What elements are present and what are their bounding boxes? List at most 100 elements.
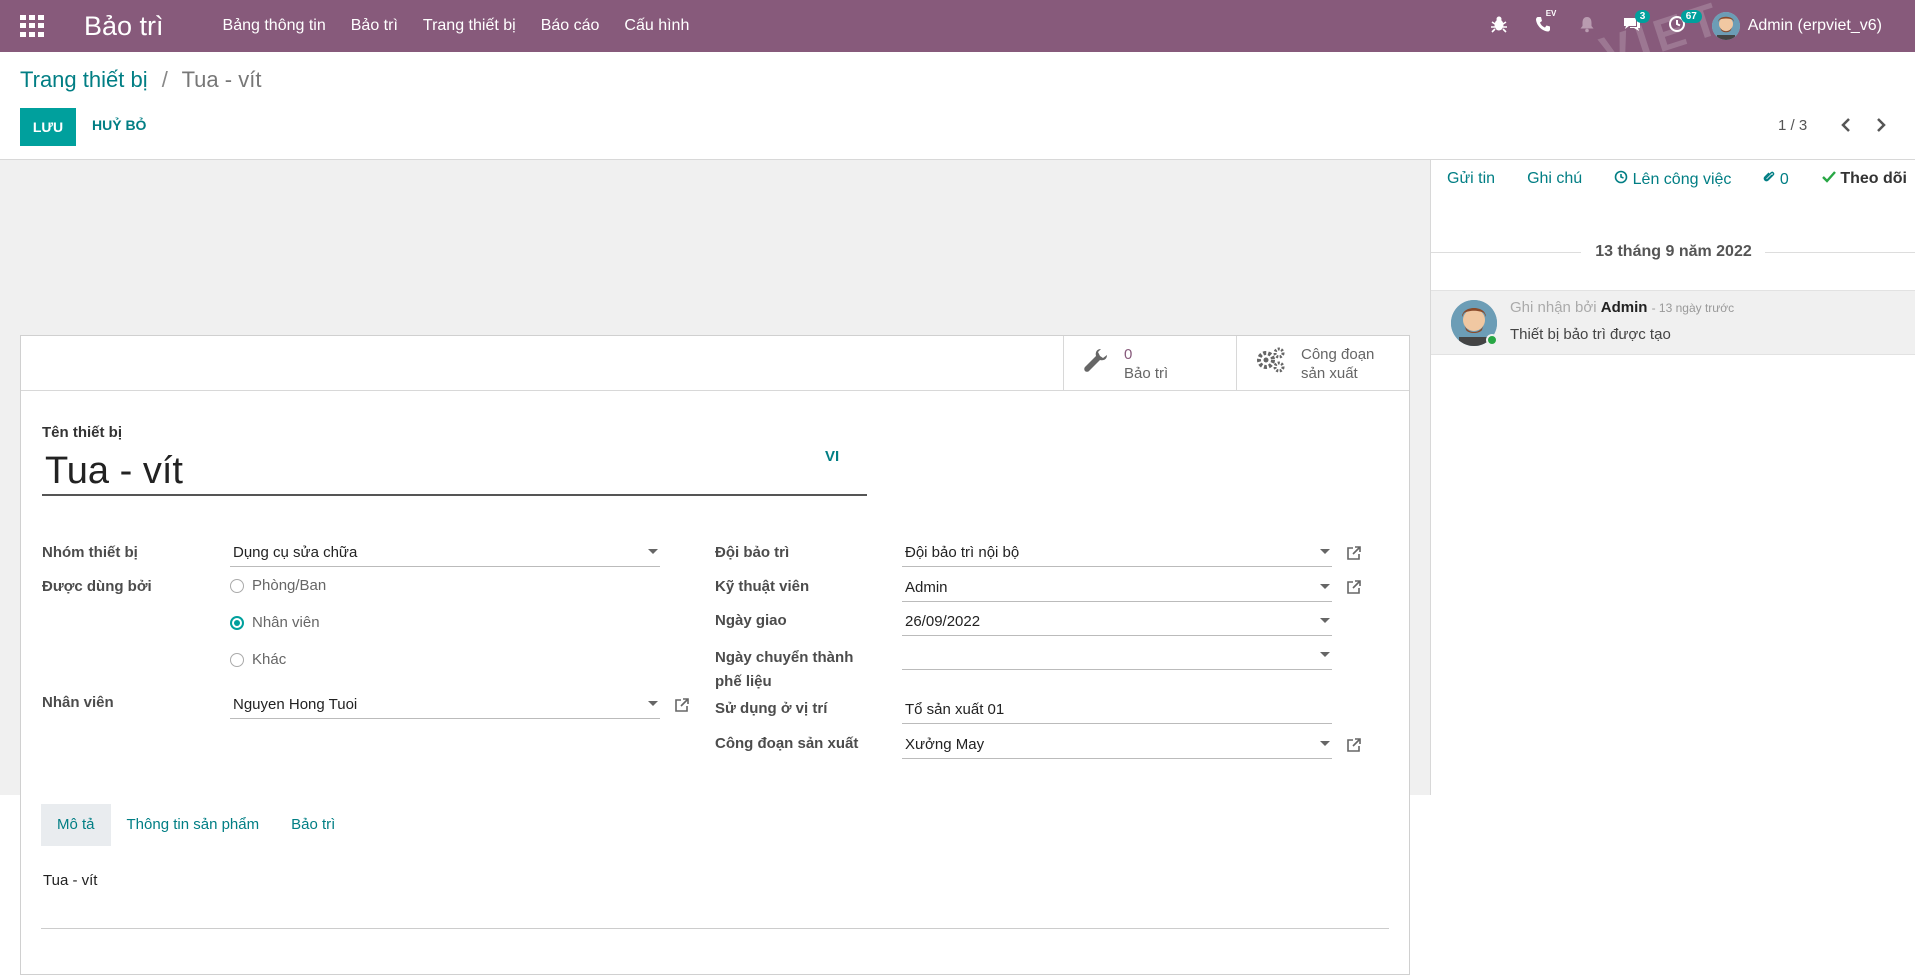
user-avatar[interactable]	[1711, 12, 1740, 40]
workcenter-stat-button[interactable]: Công đoạn sản xuất	[1236, 336, 1409, 391]
discard-button[interactable]: HUỶ BỎ	[92, 117, 146, 133]
message-header: Ghi nhận bởi Admin - 13 ngày trước	[1510, 299, 1734, 316]
team-select[interactable]: Đội bảo trì nội bộ	[902, 540, 1332, 567]
category-label: Nhóm thiết bị	[42, 544, 138, 561]
schedule-activity-button[interactable]: Lên công việc	[1614, 170, 1731, 189]
menu-reporting[interactable]: Báo cáo	[541, 17, 600, 35]
wrench-icon	[1082, 346, 1110, 381]
external-link-icon[interactable]	[1346, 545, 1362, 561]
form-sheet: 0 Bảo trì Công đoạn sản xuất Tên thiết b…	[20, 335, 1410, 975]
workcenter-select[interactable]: Xưởng May	[902, 732, 1332, 759]
gears-icon	[1255, 346, 1287, 381]
radio-icon	[230, 578, 244, 593]
log-note-button[interactable]: Ghi chú	[1527, 170, 1582, 189]
breadcrumb-current: Tua - vít	[181, 67, 262, 92]
follow-button[interactable]: Theo dõi	[1822, 170, 1907, 188]
breadcrumb-parent[interactable]: Trang thiết bị	[20, 67, 148, 92]
assign-date-value: 26/09/2022	[905, 613, 981, 630]
radio-icon	[230, 652, 244, 667]
menu-dashboard[interactable]: Bảng thông tin	[223, 17, 326, 35]
chatter-message: Ghi nhận bởi Admin - 13 ngày trước Thiết…	[1431, 290, 1915, 355]
menu-maintenance[interactable]: Bảo trì	[351, 17, 398, 35]
app-brand[interactable]: Bảo trì	[84, 11, 164, 42]
send-message-button[interactable]: Gửi tin	[1447, 170, 1495, 189]
breadcrumb: Trang thiết bị / Tua - vít	[20, 67, 261, 93]
used-by-label: Được dùng bởi	[42, 578, 152, 595]
technician-label: Kỹ thuật viên	[715, 578, 810, 595]
chevron-down-icon	[1320, 549, 1330, 554]
chevron-down-icon	[648, 701, 658, 706]
message-author[interactable]: Admin	[1601, 299, 1648, 316]
location-value: Tổ sản xuất 01	[905, 701, 1005, 718]
workcenter-stat-label-1: Công đoạn	[1301, 345, 1375, 363]
activities-clock-icon[interactable]: 67	[1668, 9, 1702, 38]
used-by-option-label: Nhân viên	[252, 614, 320, 631]
message-prefix: Ghi nhận bởi	[1510, 299, 1597, 316]
apps-menu-icon[interactable]	[20, 15, 46, 37]
attachments-button[interactable]: 0	[1763, 170, 1789, 189]
scrap-date-input[interactable]	[902, 643, 1332, 670]
messages-count-badge: 3	[1634, 9, 1651, 23]
maintenance-count: 0	[1124, 345, 1133, 363]
check-icon	[1822, 170, 1840, 187]
pager-next-icon[interactable]	[1875, 116, 1887, 139]
menu-equipment[interactable]: Trang thiết bị	[423, 17, 516, 35]
attachments-count: 0	[1779, 171, 1789, 188]
chatter-panel: Gửi tin Ghi chú Lên công việc 0 Theo dõi…	[1430, 160, 1915, 795]
location-label: Sử dụng ở vị trí	[715, 700, 828, 717]
pager-previous-icon[interactable]	[1840, 116, 1852, 139]
tab-maintenance[interactable]: Bảo trì	[275, 804, 351, 846]
used-by-option-department[interactable]: Phòng/Ban	[230, 577, 326, 594]
chevron-down-icon	[1320, 741, 1330, 746]
team-value: Đội bảo trì nội bộ	[905, 544, 1020, 561]
top-navbar: Bảo trì Bảng thông tin Bảo trì Trang thi…	[0, 0, 1915, 52]
user-menu[interactable]: Admin (erpviet_v6)	[1748, 17, 1882, 35]
schedule-activity-label: Lên công việc	[1632, 171, 1732, 188]
tab-description[interactable]: Mô tả	[41, 804, 111, 846]
workcenter-value: Xưởng May	[905, 736, 985, 753]
technician-value: Admin	[905, 579, 948, 596]
phone-icon[interactable]: EV	[1534, 9, 1556, 38]
date-separator: 13 tháng 9 năm 2022	[1595, 243, 1752, 260]
location-input[interactable]: Tổ sản xuất 01	[902, 697, 1332, 724]
language-switch[interactable]: VI	[825, 448, 839, 465]
assign-date-label: Ngày giao	[715, 612, 787, 629]
paperclip-icon	[1763, 171, 1779, 188]
menu-configuration[interactable]: Cấu hình	[624, 17, 689, 35]
employee-value: Nguyen Hong Tuoi	[233, 696, 358, 713]
scrap-date-label-line2: phế liệu	[715, 673, 772, 690]
description-underline	[41, 928, 1389, 929]
chevron-down-icon	[648, 549, 658, 554]
chevron-down-icon	[1320, 618, 1330, 623]
used-by-option-other[interactable]: Khác	[230, 651, 286, 668]
online-status-dot	[1486, 334, 1498, 346]
chevron-down-icon	[1320, 652, 1330, 657]
form-background: 0 Bảo trì Công đoạn sản xuất Tên thiết b…	[0, 160, 1430, 975]
navbar-systray: EV 3 67 Admin (erpviet_v6)	[1490, 0, 1915, 52]
follow-label: Theo dõi	[1840, 170, 1907, 187]
category-select[interactable]: Dụng cụ sửa chữa	[230, 540, 660, 567]
bug-icon[interactable]	[1490, 15, 1508, 38]
employee-select[interactable]: Nguyen Hong Tuoi	[230, 692, 660, 719]
message-time: - 13 ngày trước	[1651, 301, 1735, 315]
technician-select[interactable]: Admin	[902, 575, 1332, 602]
phone-tag: EV	[1545, 8, 1557, 18]
used-by-option-employee[interactable]: Nhân viên	[230, 614, 320, 631]
equipment-name-label: Tên thiết bị	[42, 424, 122, 441]
save-button[interactable]: LƯU	[20, 108, 76, 146]
messages-icon[interactable]: 3	[1622, 9, 1651, 38]
tab-product-info[interactable]: Thông tin sản phẩm	[111, 804, 276, 846]
external-link-icon[interactable]	[1346, 579, 1362, 595]
notification-bell-icon[interactable]	[1578, 15, 1596, 38]
notebook-tabs: Mô tả Thông tin sản phẩm Bảo trì	[41, 804, 351, 846]
equipment-name-input[interactable]: Tua - vít	[42, 448, 867, 496]
external-link-icon[interactable]	[674, 697, 690, 713]
description-text[interactable]: Tua - vít	[43, 872, 97, 889]
assign-date-input[interactable]: 26/09/2022	[902, 609, 1332, 636]
workcenter-label: Công đoạn sản xuất	[715, 735, 859, 752]
category-value: Dụng cụ sửa chữa	[233, 544, 358, 561]
main-menu: Bảng thông tin Bảo trì Trang thiết bị Bá…	[223, 17, 715, 35]
pager-value[interactable]: 1 / 3	[1778, 117, 1807, 134]
maintenance-stat-button[interactable]: 0 Bảo trì	[1063, 336, 1236, 391]
external-link-icon[interactable]	[1346, 737, 1362, 753]
